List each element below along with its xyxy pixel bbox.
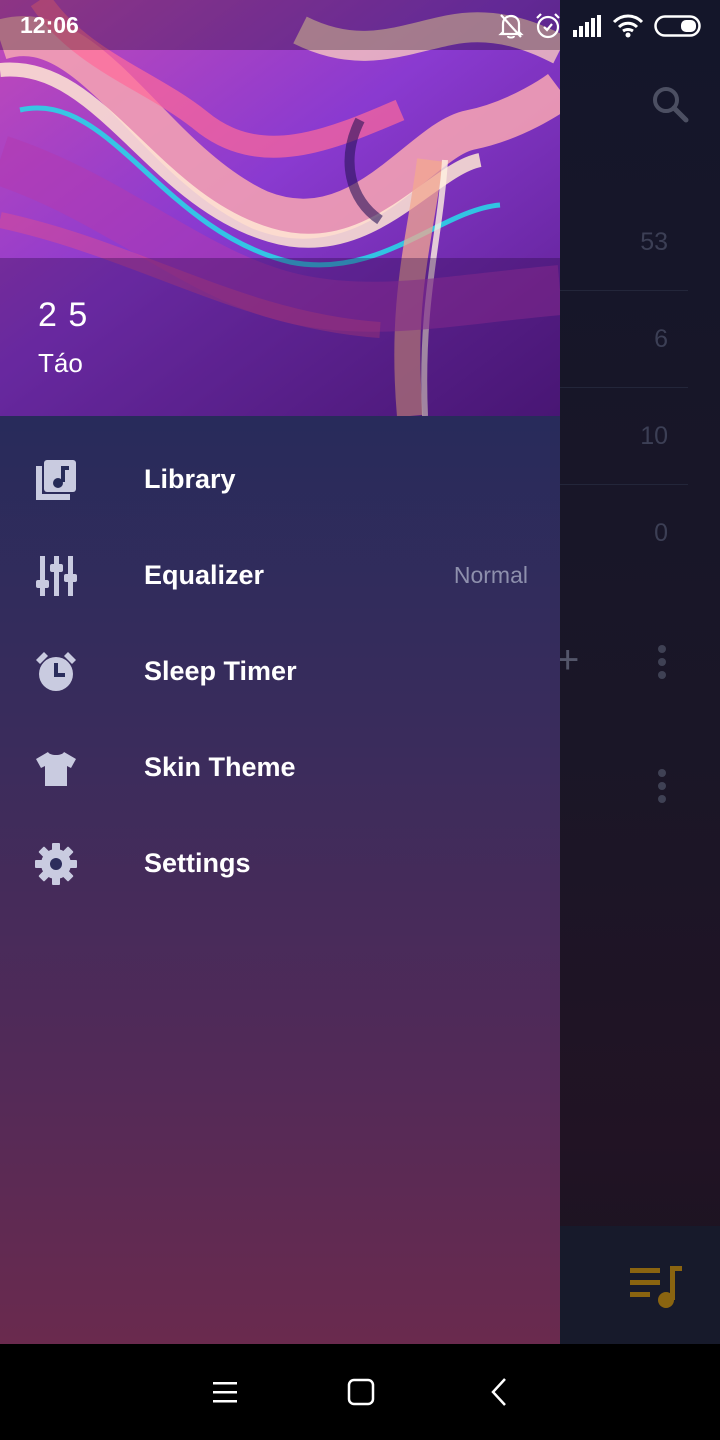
more-vert-icon[interactable] — [656, 769, 668, 808]
menu-label: Skin Theme — [144, 752, 296, 782]
count-value: 10 — [640, 422, 668, 450]
battery-icon — [654, 15, 701, 37]
count-value: 53 — [640, 228, 668, 256]
playlist-icon[interactable] — [628, 1262, 684, 1310]
equalizer-icon — [36, 556, 77, 596]
menu-icon[interactable] — [207, 1374, 243, 1410]
count-value: 0 — [654, 519, 668, 547]
divider — [560, 387, 688, 388]
menu-label: Library — [144, 464, 236, 494]
menu-item-equalizer[interactable]: Equalizer Normal — [0, 528, 560, 624]
wifi-icon — [612, 14, 644, 38]
drawer-menu: Library Equalizer Normal Sleep Timer Ski… — [0, 432, 560, 912]
alarm-clock-icon — [36, 652, 76, 691]
status-bar: 12:06 — [0, 0, 720, 50]
count-value: 6 — [654, 325, 668, 353]
menu-item-library[interactable]: Library — [0, 432, 560, 528]
equalizer-preset-value: Normal — [453, 562, 528, 588]
drawer-header: 2 5 Táo — [0, 0, 560, 416]
status-time: 12:06 — [20, 12, 79, 38]
gear-icon — [35, 843, 77, 885]
menu-item-skin-theme[interactable]: Skin Theme — [0, 720, 560, 816]
menu-label: Sleep Timer — [144, 656, 297, 686]
menu-label: Equalizer — [144, 560, 265, 590]
mute-bell-icon — [498, 14, 524, 39]
divider — [560, 484, 688, 485]
library-music-icon — [36, 460, 76, 500]
home-icon[interactable] — [343, 1374, 379, 1410]
menu-label: Settings — [144, 848, 251, 878]
menu-item-settings[interactable]: Settings — [0, 816, 560, 912]
status-icons — [498, 10, 702, 42]
divider — [560, 290, 688, 291]
navigation-drawer: 2 5 Táo Library Equalizer Normal Sleep T… — [0, 0, 560, 1344]
system-navigation-bar — [0, 1344, 720, 1440]
header-subtitle: Táo — [38, 348, 83, 378]
more-vert-icon[interactable] — [656, 645, 668, 684]
search-icon[interactable] — [650, 84, 690, 124]
signal-icon — [573, 15, 601, 37]
back-icon[interactable] — [481, 1374, 517, 1410]
header-title: 2 5 — [38, 296, 89, 334]
alarm-icon — [536, 13, 560, 39]
tshirt-icon — [36, 752, 76, 786]
menu-item-sleep-timer[interactable]: Sleep Timer — [0, 624, 560, 720]
